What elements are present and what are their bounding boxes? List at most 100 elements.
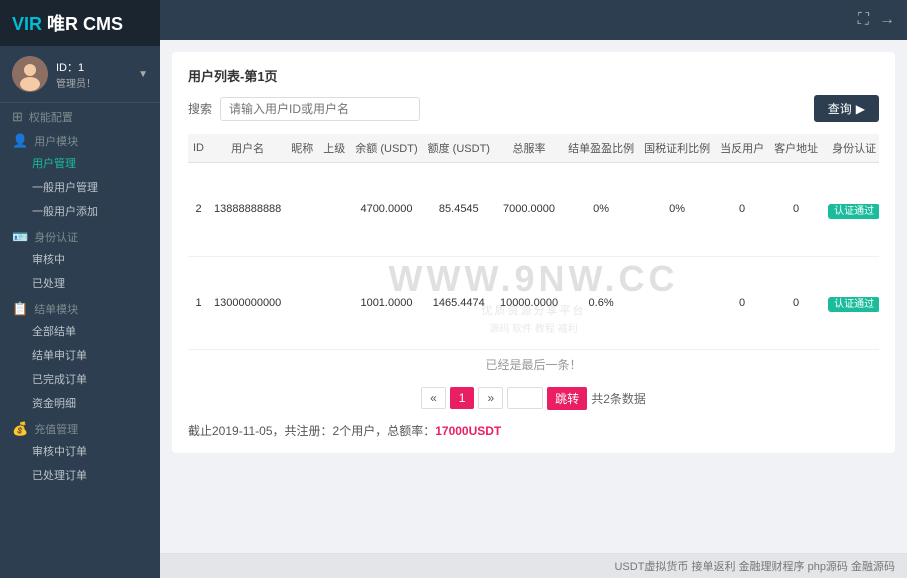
sidebar-user: ID：1 管理员！ ▼ [0,46,160,103]
avatar [12,56,48,92]
sidebar-item-recharge-done[interactable]: 已处理订单 [0,463,160,487]
user-module-label: 用户模块 [34,133,78,149]
cell-reverse-user: 0 [715,256,769,349]
content-area: WWW.9NW.CC 优质资源分享平台 源码 软件 教程 福利 用户列表-第1页… [160,40,907,553]
kyc-icon: 🪪 [12,229,28,245]
exit-icon[interactable]: → [879,11,895,29]
col-reverse-user: 当反用户 [715,134,769,163]
user-info: ID：1 管理员！ [56,59,130,90]
col-id: ID [188,134,209,163]
cell-tax-ratio: 0% [639,163,715,257]
no-more-text: 已经是最后一条！ [188,350,879,379]
search-button[interactable]: 查询 ▶ [814,95,879,122]
user-table-wrap: ID 用户名 昵称 上级 余额 (USDT) 额度 (USDT) 总服率 结单盈… [188,134,879,350]
logo-text: VIR 唯R CMS [12,10,123,36]
sidebar-item-user-manage[interactable]: 用户管理 [0,151,160,175]
cell-balance: 4700.0000 [350,163,422,257]
sidebar-item-kyc-done[interactable]: 已处理 [0,271,160,295]
cell-username: 13000000000 [209,256,286,349]
cell-kyc: 认证通过 [823,256,879,349]
search-btn-label: 查询 [828,100,852,117]
cell-total-rate: 7000.0000 [495,163,563,257]
orders-icon: 📋 [12,301,28,317]
page-1[interactable]: 1 [450,387,475,409]
top-bar: ⛶ → [160,0,907,40]
user-module-icon: 👤 [12,133,28,149]
user-role: 管理员！ [56,75,130,90]
col-total-rate: 总服率 [495,134,563,163]
pagination: « 1 » 跳转 共2条数据 [188,379,879,418]
summary-quota-value: 17000USDT [435,424,501,438]
cell-parent [318,256,350,349]
sidebar-item-order-apply[interactable]: 结单申订单 [0,343,160,367]
sidebar: VIR 唯R CMS ID：1 管理员！ ▼ ⊞ 权能配置 👤 用户模块 用户管… [0,0,160,578]
sidebar-group-orders: 📋 结单模块 [0,295,160,319]
cell-balance: 1001.0000 [350,256,422,349]
cell-id: 2 [188,163,209,257]
page-prev[interactable]: « [421,387,446,409]
user-id: ID：1 [56,59,130,75]
col-nickname: 昵称 [286,134,318,163]
logo-suffix: 唯R CMS [47,14,123,34]
main-area: ⛶ → WWW.9NW.CC 优质资源分享平台 源码 软件 教程 福利 用户列表… [160,0,907,578]
recharge-label: 充值管理 [34,421,78,437]
sidebar-item-order-done[interactable]: 已完成订单 [0,367,160,391]
table-body: 2 13888888888 4700.0000 85.4545 7000.000… [188,163,879,350]
page-total: 共2条数据 [591,390,646,407]
sidebar-group-recharge: 💰 充值管理 [0,415,160,439]
cell-client-addr: 0 [769,163,823,257]
search-btn-icon: ▶ [856,102,865,116]
bottom-bar: USDT虚拟货币 接单返利 金融理财程序 php源码 金融源码 [160,553,907,578]
sidebar-item-all-orders[interactable]: 全部结单 [0,319,160,343]
sidebar-item-general-user-manage[interactable]: 一般用户管理 [0,175,160,199]
sidebar-group-kyc: 🪪 身份认证 [0,223,160,247]
user-table: ID 用户名 昵称 上级 余额 (USDT) 额度 (USDT) 总服率 结单盈… [188,134,879,350]
summary-bar: 截止2019-11-05，共注册：2个用户，总额率：17000USDT [188,422,879,439]
col-kyc: 身份认证 [823,134,879,163]
cell-quota: 85.4545 [423,163,495,257]
cell-profit-ratio: 0.6% [563,256,639,349]
summary-prefix: 截止2019-11-05，共注册： [188,424,333,438]
col-username: 用户名 [209,134,286,163]
cell-reverse-user: 0 [715,163,769,257]
table-row: 1 13000000000 1001.0000 1465.4474 10000.… [188,256,879,349]
sidebar-item-fund-detail[interactable]: 资金明细 [0,391,160,415]
search-label: 搜索 [188,100,212,117]
sidebar-group-user: 👤 用户模块 [0,127,160,151]
col-quota: 额度 (USDT) [423,134,495,163]
card-title: 用户列表-第1页 [188,66,879,85]
quanpei-icon: ⊞ [12,109,23,125]
quanpei-label: 权能配置 [29,109,73,125]
kyc-label: 身份认证 [34,229,78,245]
orders-label: 结单模块 [34,301,78,317]
kyc-badge: 认证通过 [828,204,879,219]
logo-vir: VIR [12,14,42,34]
expand-icon[interactable]: ⛶ [858,11,869,29]
sidebar-item-recharge-pending[interactable]: 审核中订单 [0,439,160,463]
summary-quota-label: 总额率： [387,424,435,438]
page-next[interactable]: » [478,387,503,409]
bottom-text: USDT虚拟货币 接单返利 金融理财程序 php源码 金融源码 [614,561,895,573]
user-list-card: 用户列表-第1页 搜索 查询 ▶ ID 用户名 昵称 [172,52,895,453]
sidebar-item-kyc-pending[interactable]: 审核中 [0,247,160,271]
cell-parent [318,163,350,257]
recharge-icon: 💰 [12,421,28,437]
col-tax-ratio: 国税证利比例 [639,134,715,163]
kyc-badge: 认证通过 [828,297,879,312]
table-header: ID 用户名 昵称 上级 余额 (USDT) 额度 (USDT) 总服率 结单盈… [188,134,879,163]
search-input[interactable] [220,97,420,121]
cell-kyc: 认证通过 [823,163,879,257]
sidebar-item-general-user-add[interactable]: 一般用户添加 [0,199,160,223]
cell-quota: 1465.4474 [423,256,495,349]
page-jump-btn[interactable]: 跳转 [547,387,587,410]
summary-unit-users: 个用户， [339,424,387,438]
sidebar-arrow[interactable]: ▼ [138,69,148,80]
search-row: 搜索 查询 ▶ [188,95,879,122]
cell-total-rate: 10000.0000 [495,256,563,349]
cell-nickname [286,256,318,349]
col-balance: 余额 (USDT) [350,134,422,163]
cell-username: 13888888888 [209,163,286,257]
sidebar-group-quanpei: ⊞ 权能配置 [0,103,160,127]
cell-profit-ratio: 0% [563,163,639,257]
page-jump-input[interactable] [507,387,543,409]
